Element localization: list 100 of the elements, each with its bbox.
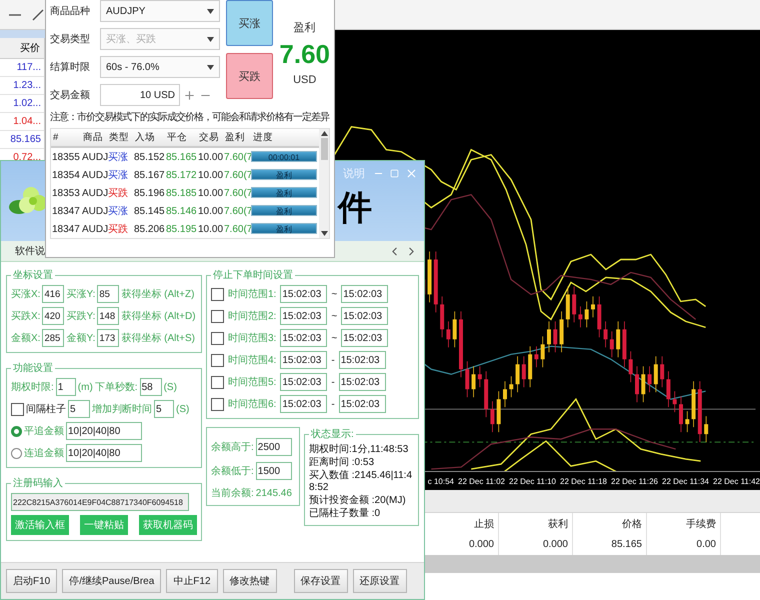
buy-up-button[interactable]: 买涨: [226, 0, 274, 46]
candlestick: [641, 366, 646, 403]
candlestick: [660, 356, 664, 388]
input-field[interactable]: 15:02:03: [341, 285, 388, 303]
window-button[interactable]: 停/继续Pause/Brea: [62, 569, 162, 593]
table-cell-text: 7.60(7: [223, 222, 251, 236]
group-title: 功能设置: [12, 362, 54, 375]
table-cell-text: 18347: [51, 222, 81, 236]
status-line: 距离时间 :0:53: [309, 457, 376, 469]
field-label: 时间范围3:: [228, 332, 276, 345]
amount-field[interactable]: 10 USD: [100, 84, 180, 106]
radio-button[interactable]: [11, 448, 22, 458]
field-label: 结算时限: [50, 60, 91, 74]
candlestick: [440, 296, 444, 338]
input-field[interactable]: 15:02:03: [280, 351, 328, 369]
scroll-up-icon: [320, 131, 328, 136]
candlestick: [509, 376, 514, 398]
candlestick: [452, 311, 456, 348]
window-button[interactable]: 保存设置: [294, 569, 348, 593]
status-line: 买入数值 :2145.46|11:48:52: [309, 470, 414, 494]
axis-label: 22 Dec 11:34: [662, 476, 709, 486]
window-button[interactable]: 还原设置: [352, 569, 407, 593]
axis-label: 22 Dec 11:42: [713, 476, 760, 486]
input-field[interactable]: 10|20|40|80: [66, 422, 142, 440]
plus-icon[interactable]: [183, 88, 196, 102]
table-cell-text: 10.00: [197, 222, 223, 236]
input-field[interactable]: 15:02:03: [280, 373, 328, 391]
input-field[interactable]: 15:02:03: [338, 351, 386, 369]
checkbox[interactable]: [211, 354, 224, 366]
field-label: 余额高于:: [211, 440, 254, 454]
candlestick: [496, 390, 500, 433]
field-label: 时间范围4:: [228, 354, 276, 367]
checkbox[interactable]: [211, 332, 224, 344]
input-field[interactable]: 15:02:03: [280, 395, 328, 413]
banner-text: 件: [338, 187, 372, 230]
price-cell: 85.165: [0, 131, 44, 149]
candlestick: [553, 320, 558, 353]
table-cell-text: AUDJ: [81, 150, 107, 164]
status-line: 预计投资金额 :20(MJ): [309, 495, 407, 507]
input-field[interactable]: 1: [56, 378, 76, 396]
buy-down-button[interactable]: 买跌: [226, 53, 274, 99]
registration-code-field[interactable]: 222C8215A376014E9F04C88717340F6094518: [11, 493, 189, 511]
field-label: 金额X:: [11, 332, 40, 345]
separator-text: ~: [331, 288, 338, 300]
checkbox[interactable]: [211, 376, 224, 388]
input-field[interactable]: 285: [42, 329, 64, 347]
tab[interactable]: 软件说: [15, 244, 45, 258]
table-cell-text: 10.00: [197, 204, 223, 218]
balance-value: 2145.46: [256, 488, 292, 498]
caret-icon: [207, 8, 214, 14]
input-field[interactable]: 173: [97, 329, 120, 347]
progress-label: 00:00:01: [268, 152, 300, 163]
field-label: 期权时限:: [11, 380, 54, 394]
radio-button[interactable]: [11, 426, 22, 436]
input-field[interactable]: 15:02:03: [341, 329, 388, 347]
candlestick: [603, 320, 608, 348]
status-line: 已隔柱子数量 :0: [309, 508, 382, 520]
column-header: 类型: [107, 129, 133, 148]
price-cell: 117...: [0, 59, 44, 77]
window-button[interactable]: 中止F12: [166, 569, 218, 593]
trendline-tool-icon[interactable]: [32, 8, 44, 20]
input-field[interactable]: 5: [68, 400, 90, 418]
field-label: 当前余额:: [211, 486, 254, 500]
separator-text: -: [331, 398, 335, 410]
checkbox[interactable]: [211, 288, 224, 300]
candlestick: [584, 301, 588, 328]
input-field[interactable]: 15:02:03: [280, 329, 328, 347]
checkbox[interactable]: [211, 398, 224, 410]
window-button[interactable]: 启动F10: [6, 569, 58, 593]
input-field[interactable]: 15:02:03: [341, 307, 388, 325]
input-field[interactable]: 2500: [256, 438, 292, 456]
input-field[interactable]: 148: [97, 307, 120, 325]
field-label: 买涨X:: [11, 288, 40, 301]
checkbox[interactable]: [211, 310, 224, 322]
scroll-thumb[interactable]: [320, 138, 328, 160]
candlestick: [622, 320, 626, 368]
input-field[interactable]: 58: [140, 378, 162, 396]
candlestick: [458, 311, 463, 378]
table-cell-text: 18353: [51, 186, 81, 200]
input-field[interactable]: 1500: [256, 462, 292, 480]
table-cell-text: 85.167: [133, 168, 165, 182]
table-cell-text: 买涨: [108, 204, 129, 219]
dropdown[interactable]: AUDJPY: [100, 0, 220, 22]
candlestick: [434, 251, 438, 313]
input-field[interactable]: 420: [42, 307, 64, 325]
checkbox-label: 间隔柱子: [26, 402, 66, 416]
window-button[interactable]: 修改热键: [222, 569, 277, 593]
input-field[interactable]: 416: [42, 285, 64, 303]
table-cell-text: 7.60(7: [223, 168, 251, 182]
input-field[interactable]: 5: [154, 400, 174, 418]
field-label: 交易金额: [50, 88, 91, 102]
input-field[interactable]: 15:02:03: [280, 307, 328, 325]
input-field[interactable]: 15:02:03: [280, 285, 328, 303]
input-field[interactable]: 10|20|40|80: [66, 444, 142, 462]
input-field[interactable]: 15:02:03: [338, 373, 386, 391]
checkbox[interactable]: [11, 402, 24, 416]
input-field[interactable]: 15:02:03: [338, 395, 386, 413]
dropdown[interactable]: 60s - 76.0%: [100, 56, 220, 78]
table-cell-text: 买跌: [108, 186, 129, 201]
input-field[interactable]: 85: [97, 285, 120, 303]
